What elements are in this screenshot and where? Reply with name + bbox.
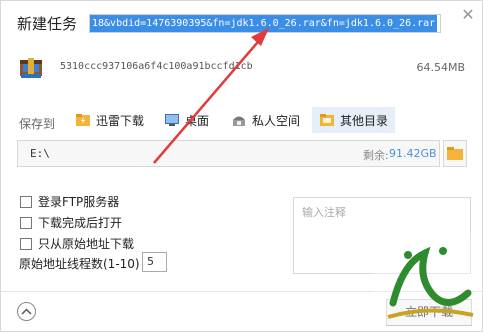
new-task-dialog: 新建任务 ✕ 18&vbdid=1476390395&fn=jdk1.6.0_2…	[0, 0, 483, 332]
watermark-logo	[373, 233, 481, 325]
